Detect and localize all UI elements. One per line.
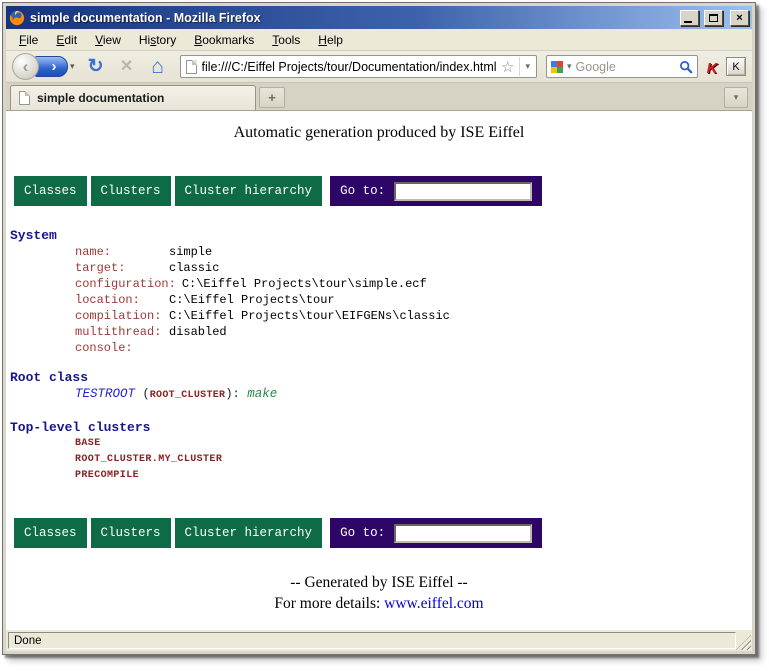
status-bar: Done xyxy=(6,630,752,651)
cluster-link-precompile[interactable]: PRECOMPILE xyxy=(75,468,752,484)
tab-list-dropdown-icon: ▾ xyxy=(734,92,739,103)
root-class-line: TESTROOT (ROOT_CLUSTER): make xyxy=(75,386,752,404)
kaspersky-keyboard-button[interactable]: K xyxy=(726,57,746,76)
tab-label: simple documentation xyxy=(37,91,164,105)
bookmark-star-icon[interactable]: ☆ xyxy=(501,58,514,76)
title-bar[interactable]: simple documentation - Mozilla Firefox × xyxy=(6,6,752,29)
goto-label: Go to: xyxy=(340,184,385,198)
status-panel: Done xyxy=(8,632,736,649)
classes-button-bottom[interactable]: Classes xyxy=(14,518,87,548)
kaspersky-keyboard-icon: K xyxy=(732,61,739,73)
system-row-compilation: compilation:C:\Eiffel Projects\tour\EIFG… xyxy=(75,308,752,324)
system-row-location: location:C:\Eiffel Projects\tour xyxy=(75,292,752,308)
page-content: Automatic generation produced by ISE Eif… xyxy=(6,111,752,630)
tab-simple-documentation[interactable]: simple documentation xyxy=(10,85,256,110)
search-input[interactable] xyxy=(576,60,675,74)
kaspersky-icon[interactable]: K xyxy=(703,58,721,76)
system-heading: System xyxy=(10,228,752,244)
tab-strip: simple documentation + ▾ xyxy=(6,83,752,111)
back-button[interactable]: ‹ xyxy=(12,53,39,80)
close-button[interactable]: × xyxy=(730,10,749,26)
tab-favicon-page-icon xyxy=(19,91,30,105)
cluster-link-root-cluster-my-cluster[interactable]: ROOT_CLUSTER.MY_CLUSTER xyxy=(75,452,752,468)
clusters-button[interactable]: Clusters xyxy=(91,176,171,206)
status-text: Done xyxy=(14,635,42,647)
doc-nav-top: Classes Clusters Cluster hierarchy Go to… xyxy=(14,176,752,206)
url-dropdown-icon[interactable]: ▾ xyxy=(519,57,533,76)
search-magnifier-icon[interactable] xyxy=(679,60,693,74)
clusters-button-bottom[interactable]: Clusters xyxy=(91,518,171,548)
menu-edit[interactable]: Edit xyxy=(47,30,86,50)
list-all-tabs-button[interactable]: ▾ xyxy=(724,87,748,108)
doc-nav-bottom: Classes Clusters Cluster hierarchy Go to… xyxy=(14,518,752,548)
desktop: simple documentation - Mozilla Firefox ×… xyxy=(0,0,769,671)
menu-view[interactable]: View xyxy=(86,30,130,50)
firefox-logo-icon xyxy=(9,10,25,26)
classes-button[interactable]: Classes xyxy=(14,176,87,206)
home-icon: ⌂ xyxy=(151,56,164,77)
firefox-window: simple documentation - Mozilla Firefox ×… xyxy=(2,2,756,655)
system-row-console: console: xyxy=(75,340,752,356)
menu-history[interactable]: History xyxy=(130,30,185,50)
generated-by-text: -- Generated by ISE Eiffel -- xyxy=(6,574,752,592)
google-engine-icon[interactable] xyxy=(551,61,563,73)
refresh-icon: ↻ xyxy=(88,57,104,76)
stop-button[interactable]: ✕ xyxy=(114,54,140,80)
maximize-button[interactable] xyxy=(704,10,723,26)
system-row-configuration: configuration:C:\Eiffel Projects\tour\si… xyxy=(75,276,752,292)
search-engine-dropdown-icon[interactable]: ▾ xyxy=(567,61,572,72)
address-bar[interactable]: ☆ ▾ xyxy=(180,55,537,78)
close-icon: × xyxy=(736,12,742,24)
cluster-hierarchy-button[interactable]: Cluster hierarchy xyxy=(175,176,323,206)
goto-input[interactable] xyxy=(394,182,532,201)
goto-block: Go to: xyxy=(330,176,542,206)
minimize-icon xyxy=(684,21,692,23)
cluster-link-base[interactable]: BASE xyxy=(75,436,752,452)
goto-label-bottom: Go to: xyxy=(340,526,385,540)
window-title: simple documentation - Mozilla Firefox xyxy=(30,11,675,25)
cluster-hierarchy-button-bottom[interactable]: Cluster hierarchy xyxy=(175,518,323,548)
menu-help[interactable]: Help xyxy=(309,30,352,50)
testroot-class-link[interactable]: TESTROOT xyxy=(75,387,135,401)
make-feature-link[interactable]: make xyxy=(247,387,277,401)
menu-bookmarks[interactable]: Bookmarks xyxy=(185,30,263,50)
more-details-line: For more details: www.eiffel.com xyxy=(6,595,752,613)
new-tab-button[interactable]: + xyxy=(259,87,285,108)
home-button[interactable]: ⌂ xyxy=(145,54,171,80)
navigation-toolbar: ‹ › ▾ ↻ ✕ ⌂ ☆ ▾ ▾ K xyxy=(6,51,752,83)
goto-block-bottom: Go to: xyxy=(330,518,542,548)
system-row-name: name:simple xyxy=(75,244,752,260)
forward-button[interactable]: › xyxy=(34,56,68,77)
root-class-heading: Root class xyxy=(10,370,752,386)
cluster-list: BASE ROOT_CLUSTER.MY_CLUSTER PRECOMPILE xyxy=(75,436,752,484)
eiffel-com-link[interactable]: www.eiffel.com xyxy=(384,595,483,612)
root-cluster-link[interactable]: ROOT_CLUSTER xyxy=(150,390,226,401)
page-icon xyxy=(186,60,197,74)
page-title: Automatic generation produced by ISE Eif… xyxy=(6,124,752,142)
top-level-clusters-heading: Top-level clusters xyxy=(10,420,752,436)
system-row-target: target:classic xyxy=(75,260,752,276)
goto-input-bottom[interactable] xyxy=(394,524,532,543)
resize-grip-icon[interactable] xyxy=(736,635,751,650)
history-dropdown-icon[interactable]: ▾ xyxy=(68,61,78,72)
back-icon: ‹ xyxy=(23,58,29,75)
system-properties: name:simple target:classic configuration… xyxy=(75,244,752,356)
url-input[interactable] xyxy=(202,60,496,74)
forward-icon: › xyxy=(52,59,57,74)
new-tab-icon: + xyxy=(268,90,276,105)
maximize-icon xyxy=(709,14,718,22)
search-bar[interactable]: ▾ xyxy=(546,55,698,78)
system-row-multithread: multithread:disabled xyxy=(75,324,752,340)
back-forward-group: ‹ › ▾ xyxy=(12,53,78,80)
stop-icon: ✕ xyxy=(120,59,133,75)
refresh-button[interactable]: ↻ xyxy=(83,54,109,80)
menu-file[interactable]: File xyxy=(10,30,47,50)
menu-tools[interactable]: Tools xyxy=(263,30,309,50)
menu-bar: File Edit View History Bookmarks Tools H… xyxy=(6,29,752,51)
minimize-button[interactable] xyxy=(680,10,699,26)
doc-footer: -- Generated by ISE Eiffel -- For more d… xyxy=(6,574,752,613)
